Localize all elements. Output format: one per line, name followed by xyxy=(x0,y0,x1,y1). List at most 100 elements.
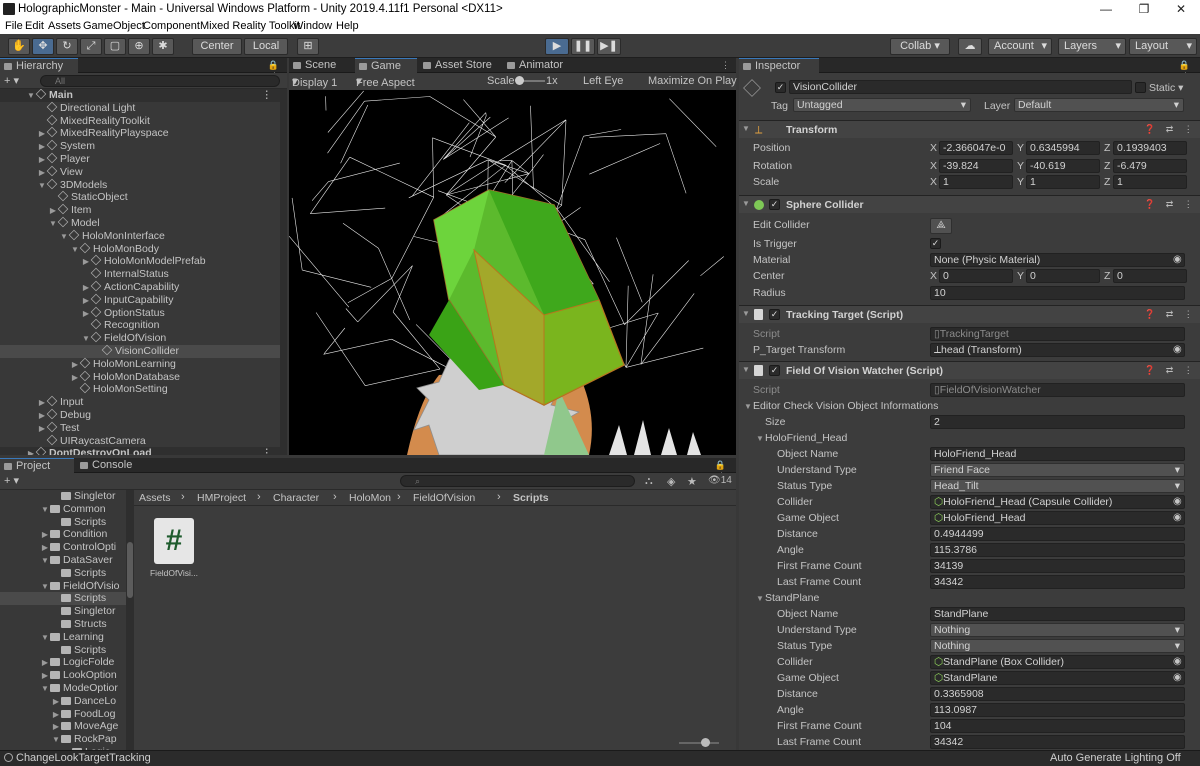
hierarchy-row[interactable]: UIRaycastCamera xyxy=(0,434,280,448)
pause-button[interactable]: ❚❚ xyxy=(571,38,595,55)
expand-arrow-icon[interactable]: ▼ xyxy=(70,243,80,256)
hierarchy-row[interactable]: ▶ HoloMonLearning xyxy=(0,357,280,371)
icon-size-slider[interactable] xyxy=(679,742,719,744)
sphere-collider-header[interactable]: ▼ ✓ Sphere Collider ❓ ⇄ ⋮ xyxy=(739,195,1200,213)
object-picker-icon[interactable]: ◉ xyxy=(1173,344,1182,355)
collab-dropdown[interactable]: Collab ▾ xyxy=(890,38,950,55)
object-picker-icon[interactable]: ◉ xyxy=(1173,672,1182,683)
expand-arrow-icon[interactable]: ▼ xyxy=(81,332,91,345)
is-trigger-checkbox[interactable]: ✓ xyxy=(930,238,941,249)
menu-mixed-reality-toolkit[interactable]: Mixed Reality Toolkit xyxy=(200,20,300,32)
game-view[interactable] xyxy=(289,90,736,455)
project-folder-row[interactable]: ▼ Learning xyxy=(0,631,126,644)
fov-watcher-header[interactable]: ▼ ✓ Field Of Vision Watcher (Script) ❓ ⇄… xyxy=(739,361,1200,379)
display-dropdown[interactable]: Display 1 ▾ xyxy=(292,75,337,89)
menu-assets[interactable]: Assets xyxy=(48,20,81,32)
object-picker-icon[interactable]: ◉ xyxy=(1173,512,1182,523)
expand-arrow-icon[interactable]: ▼ xyxy=(48,217,58,230)
target-transform-field[interactable]: ⟂head (Transform) xyxy=(930,343,1185,357)
expand-arrow-icon[interactable]: ▶ xyxy=(40,669,50,682)
panel-menu-icon[interactable]: ⋮ xyxy=(709,60,731,71)
lighting-status[interactable]: Auto Generate Lighting Off xyxy=(1050,752,1181,764)
tracking-target-enabled-checkbox[interactable]: ✓ xyxy=(769,309,780,320)
pivot-local-button[interactable]: Local xyxy=(244,38,288,55)
tracking-target-header[interactable]: ▼ ✓ Tracking Target (Script) ❓ ⇄ ⋮ xyxy=(739,305,1200,323)
expand-arrow-icon[interactable]: ▼ xyxy=(40,503,50,516)
expand-arrow-icon[interactable]: ▶ xyxy=(40,541,50,554)
hierarchy-row[interactable]: ▶ View xyxy=(0,165,280,179)
expand-arrow-icon[interactable]: ▼ xyxy=(37,179,47,192)
project-folder-row[interactable]: Singletor xyxy=(0,490,126,503)
expand-arrow-icon[interactable]: ▶ xyxy=(81,294,91,307)
project-folder-row[interactable]: ▶ LookOption xyxy=(0,669,126,682)
breadcrumb-item[interactable]: Scripts xyxy=(513,492,549,504)
project-folder-row[interactable]: Scripts xyxy=(0,592,126,606)
text-field[interactable]: 34342 xyxy=(930,735,1185,749)
hierarchy-row[interactable]: ▶ HoloMonModelPrefab xyxy=(0,255,280,268)
layers-dropdown[interactable]: Layers ▾ xyxy=(1058,38,1126,55)
sphere-collider-enabled-checkbox[interactable]: ✓ xyxy=(769,199,780,210)
breadcrumb-item[interactable]: Assets xyxy=(139,492,171,504)
menu-component[interactable]: Component xyxy=(143,20,200,32)
csharp-script-icon[interactable]: # xyxy=(154,518,194,564)
account-dropdown[interactable]: Account ▾ xyxy=(988,38,1052,55)
rotation-y[interactable]: -40.619 xyxy=(1026,159,1100,173)
text-field[interactable]: StandPlane xyxy=(930,607,1185,621)
hierarchy-row[interactable]: ▶ Player xyxy=(0,152,280,166)
project-folder-row[interactable]: Singletor xyxy=(0,605,126,618)
active-checkbox[interactable]: ✓ xyxy=(775,82,786,93)
expand-arrow-icon[interactable]: ▶ xyxy=(70,358,80,371)
hierarchy-row[interactable]: InternalStatus xyxy=(0,267,280,281)
scale-tool-icon[interactable]: ⤢ xyxy=(80,38,102,55)
menu-gameobject[interactable]: GameObject xyxy=(83,20,145,32)
text-field[interactable]: 115.3786 xyxy=(930,543,1185,557)
expand-arrow-icon[interactable]: ▼ xyxy=(26,89,36,102)
hierarchy-row[interactable]: ▶ DontDestroyOnLoad ⋮ xyxy=(0,447,280,455)
expand-arrow-icon[interactable]: ▶ xyxy=(81,307,91,320)
maximize-button[interactable]: ❐ xyxy=(1125,0,1163,19)
hierarchy-search-input[interactable]: All xyxy=(40,75,280,87)
text-field[interactable]: 104 xyxy=(930,719,1185,733)
project-folder-row[interactable]: ▼ Common xyxy=(0,503,126,516)
expand-arrow-icon[interactable]: ▼ xyxy=(40,580,50,593)
hierarchy-row[interactable]: ▶ Debug xyxy=(0,408,280,422)
center-x[interactable]: 0 xyxy=(939,269,1013,283)
hierarchy-row[interactable]: VisionCollider xyxy=(0,344,280,358)
project-create-dropdown[interactable]: + ▾ xyxy=(4,474,19,487)
minimize-button[interactable]: — xyxy=(1087,0,1125,19)
transform-tool-icon[interactable]: ⊕ xyxy=(128,38,150,55)
create-dropdown[interactable]: + ▾ xyxy=(4,74,19,87)
play-button[interactable]: ▶ xyxy=(545,38,569,55)
object-picker-icon[interactable]: ◉ xyxy=(1173,656,1182,667)
step-button[interactable]: ▶❚ xyxy=(597,38,621,55)
text-field[interactable]: 113.0987 xyxy=(930,703,1185,717)
project-folder-row[interactable]: ▶ MoveAge xyxy=(0,720,126,733)
material-field[interactable]: None (Physic Material) xyxy=(930,253,1185,267)
asset-file-label[interactable]: FieldOfVisi... xyxy=(144,568,204,578)
expand-arrow-icon[interactable]: ▶ xyxy=(37,127,47,140)
hierarchy-row[interactable]: ▼ HoloMonBody xyxy=(0,242,280,256)
enum-dropdown[interactable]: Nothing ▾ xyxy=(930,623,1185,637)
aspect-dropdown[interactable]: Free Aspect ▾ xyxy=(356,75,415,89)
hierarchy-row[interactable]: Directional Light xyxy=(0,101,280,115)
object-picker-icon[interactable]: ◉ xyxy=(1173,254,1182,265)
scene-menu-icon[interactable]: ⋮ xyxy=(262,447,273,455)
hierarchy-row[interactable]: ▶ InputCapability xyxy=(0,293,280,307)
hierarchy-row[interactable]: HoloMonSetting xyxy=(0,383,280,396)
rotation-x[interactable]: -39.824 xyxy=(939,159,1013,173)
tab-animator[interactable]: Animator xyxy=(503,58,577,73)
position-z[interactable]: 0.1939403 xyxy=(1113,141,1187,155)
position-y[interactable]: 0.6345994 xyxy=(1026,141,1100,155)
size-field[interactable]: 2 xyxy=(930,415,1185,429)
scene-menu-icon[interactable]: ⋮ xyxy=(262,89,273,102)
expand-arrow-icon[interactable]: ▶ xyxy=(81,281,91,294)
expand-arrow-icon[interactable]: ▶ xyxy=(37,422,47,435)
component-menu-icons[interactable]: ❓ ⇄ ⋮ xyxy=(1144,309,1197,320)
move-tool-icon[interactable]: ✥ xyxy=(32,38,54,55)
hierarchy-scrollbar[interactable] xyxy=(280,89,287,455)
maximize-on-play-toggle[interactable]: Maximize On Play xyxy=(648,75,737,87)
hand-tool-icon[interactable]: ✋ xyxy=(8,38,30,55)
object-picker-icon[interactable]: ◉ xyxy=(1173,496,1182,507)
project-folder-row[interactable]: Scripts xyxy=(0,644,126,657)
expand-arrow-icon[interactable]: ▶ xyxy=(81,255,91,268)
